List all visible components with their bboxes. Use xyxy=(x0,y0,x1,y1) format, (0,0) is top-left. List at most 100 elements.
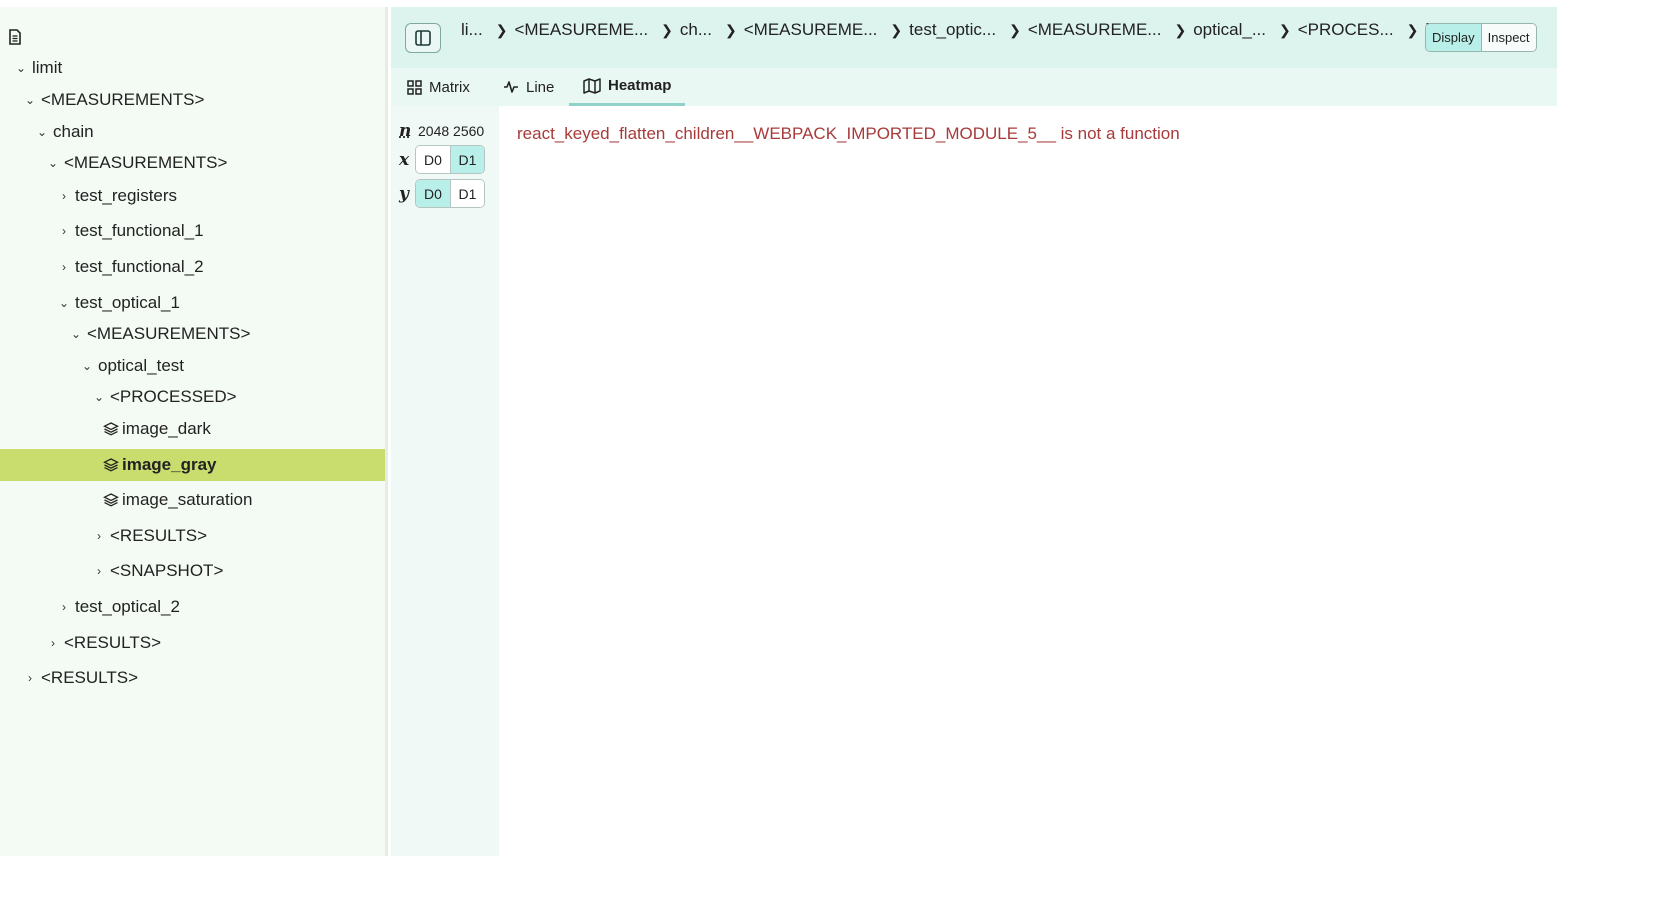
tree-item-label: <MEASUREMENTS> xyxy=(87,324,251,343)
chevron-right-icon: ❯ xyxy=(725,21,737,38)
breadcrumb-item[interactable]: <PROCES... xyxy=(1298,20,1394,40)
tree-item-image-dark[interactable]: image_dark xyxy=(0,413,385,445)
tree-item-snapshot[interactable]: › <SNAPSHOT> xyxy=(0,555,385,587)
dims-row: n 2048 2560 xyxy=(399,121,491,141)
tree-item-label: image_saturation xyxy=(122,490,253,509)
tab-line[interactable]: Line xyxy=(503,68,554,106)
tree-item-label: <PROCESSED> xyxy=(110,387,237,406)
tab-label: Heatmap xyxy=(608,77,672,94)
tree-item-results[interactable]: › <RESULTS> xyxy=(0,627,385,659)
breadcrumb-item[interactable]: ch... xyxy=(680,20,712,40)
sidebar-toggle-icon xyxy=(415,30,431,46)
tree-item-label: <RESULTS> xyxy=(41,668,139,687)
tree-item-results[interactable]: › <RESULTS> xyxy=(0,662,385,694)
tree-item-processed[interactable]: ⌄ <PROCESSED> xyxy=(0,381,385,413)
chevron-right-icon: › xyxy=(62,600,66,614)
chevron-down-icon: ⌄ xyxy=(47,156,59,170)
chevron-right-icon: › xyxy=(62,224,66,238)
breadcrumb-item[interactable]: <MEASUREME... xyxy=(1028,20,1162,40)
tree-item-label: image_dark xyxy=(122,419,211,438)
sidebar-toggle-button[interactable] xyxy=(405,23,441,53)
tree-item-results[interactable]: › <RESULTS> xyxy=(0,520,385,552)
error-message: react_keyed_flatten_children__WEBPACK_IM… xyxy=(517,124,1180,143)
tree-item-label: chain xyxy=(53,122,94,141)
x-axis-row: x D0 D1 xyxy=(399,145,485,174)
tree-item-label: test_optical_2 xyxy=(75,597,180,616)
tree-item-label: test_optical_1 xyxy=(75,293,180,312)
tree-item-label: test_registers xyxy=(75,186,178,205)
tree-item-measurements[interactable]: ⌄ <MEASUREMENTS> xyxy=(0,84,385,116)
chevron-down-icon: ⌄ xyxy=(24,93,36,107)
chevron-down-icon: ⌄ xyxy=(70,327,82,341)
mode-toggle: Display Inspect xyxy=(1425,23,1537,52)
chevron-right-icon: ❯ xyxy=(1406,21,1419,38)
tab-matrix[interactable]: Matrix xyxy=(407,68,470,106)
tree-item-measurements[interactable]: ⌄ <MEASUREMENTS> xyxy=(0,318,385,350)
display-button[interactable]: Display xyxy=(1426,24,1482,51)
tree-item-label: <RESULTS> xyxy=(64,633,162,652)
tree-item-test-optical-2[interactable]: › test_optical_2 xyxy=(0,591,385,623)
y-d0-button[interactable]: D0 xyxy=(416,180,450,207)
tree-item-limit[interactable]: ⌄ limit xyxy=(0,52,385,84)
chevron-right-icon: ❯ xyxy=(1174,21,1187,38)
dimension-mapper: n 2048 2560 x D0 D1 y D0 D1 xyxy=(391,106,499,856)
tree-item-image-gray[interactable]: image_gray xyxy=(0,449,385,481)
tree-item-chain[interactable]: ⌄ chain xyxy=(0,116,385,148)
tree-item-label: image_gray xyxy=(122,455,217,474)
tree-item-label: <MEASUREMENTS> xyxy=(41,90,205,109)
activity-icon xyxy=(504,81,518,93)
file-icon[interactable] xyxy=(8,29,22,45)
tree-item-label: limit xyxy=(32,58,63,77)
chevron-right-icon: › xyxy=(28,671,32,685)
layers-icon xyxy=(103,422,119,436)
chevron-right-icon: › xyxy=(62,189,66,203)
top-bar: li... ❯ <MEASUREME... ❯ ch... ❯ <MEASURE… xyxy=(391,7,1557,68)
grid-icon xyxy=(407,79,422,95)
chevron-right-icon: ❯ xyxy=(1278,21,1291,38)
tree-item-label: <RESULTS> xyxy=(110,526,208,545)
tree-item-test-functional-1[interactable]: › test_functional_1 xyxy=(0,215,385,247)
x-d0-button[interactable]: D0 xyxy=(416,146,450,173)
chevron-down-icon: ⌄ xyxy=(15,61,27,75)
tree-item-test-functional-2[interactable]: › test_functional_2 xyxy=(0,251,385,283)
dims-label: n xyxy=(399,121,412,141)
breadcrumb: li... ❯ <MEASUREME... ❯ ch... ❯ <MEASURE… xyxy=(461,19,1520,41)
tree-item-label: <MEASUREMENTS> xyxy=(64,153,228,172)
x-d1-button[interactable]: D1 xyxy=(450,146,484,173)
breadcrumb-item[interactable]: li... xyxy=(461,20,483,40)
tree-item-test-registers[interactable]: › test_registers xyxy=(0,180,385,212)
chevron-down-icon: ⌄ xyxy=(93,390,105,404)
x-axis-selector: D0 D1 xyxy=(415,145,485,174)
tree-item-label: optical_test xyxy=(98,356,184,375)
tree-item-test-optical-1[interactable]: ⌄ test_optical_1 xyxy=(0,287,385,319)
y-d1-button[interactable]: D1 xyxy=(450,180,484,207)
chevron-right-icon: ❯ xyxy=(890,21,903,38)
tree-item-optical-test[interactable]: ⌄ optical_test xyxy=(0,350,385,382)
chevron-right-icon: ❯ xyxy=(495,21,508,38)
breadcrumb-item[interactable]: optical_... xyxy=(1193,20,1266,40)
tree-item-label: test_functional_1 xyxy=(75,221,204,240)
y-axis-row: y D0 D1 xyxy=(399,179,485,208)
tab-heatmap[interactable]: Heatmap xyxy=(569,68,686,106)
tree-item-label: <SNAPSHOT> xyxy=(110,561,224,580)
breadcrumb-item[interactable]: test_optic... xyxy=(909,20,996,40)
chevron-down-icon: ⌄ xyxy=(81,359,93,373)
chevron-right-icon: ❯ xyxy=(661,21,673,38)
sidebar: ⌄ limit ⌄ <MEASUREMENTS> ⌄ chain ⌄ <MEAS… xyxy=(0,7,388,856)
chevron-right-icon: › xyxy=(51,636,55,650)
tree-item-label: test_functional_2 xyxy=(75,257,204,276)
breadcrumb-item[interactable]: <MEASUREME... xyxy=(514,20,648,40)
tree-item-measurements[interactable]: ⌄ <MEASUREMENTS> xyxy=(0,147,385,179)
chevron-right-icon: › xyxy=(97,564,101,578)
chevron-right-icon: › xyxy=(62,260,66,274)
y-axis-selector: D0 D1 xyxy=(415,179,485,208)
chevron-right-icon: ❯ xyxy=(1009,21,1021,38)
tab-label: Line xyxy=(526,78,555,96)
x-axis-label: x xyxy=(399,149,410,170)
tab-label: Matrix xyxy=(429,78,470,96)
dims-values: 2048 2560 xyxy=(418,123,485,139)
inspect-button[interactable]: Inspect xyxy=(1481,24,1536,51)
y-axis-label: y xyxy=(399,183,409,204)
tree-item-image-saturation[interactable]: image_saturation xyxy=(0,484,385,516)
breadcrumb-item[interactable]: <MEASUREME... xyxy=(744,20,878,40)
